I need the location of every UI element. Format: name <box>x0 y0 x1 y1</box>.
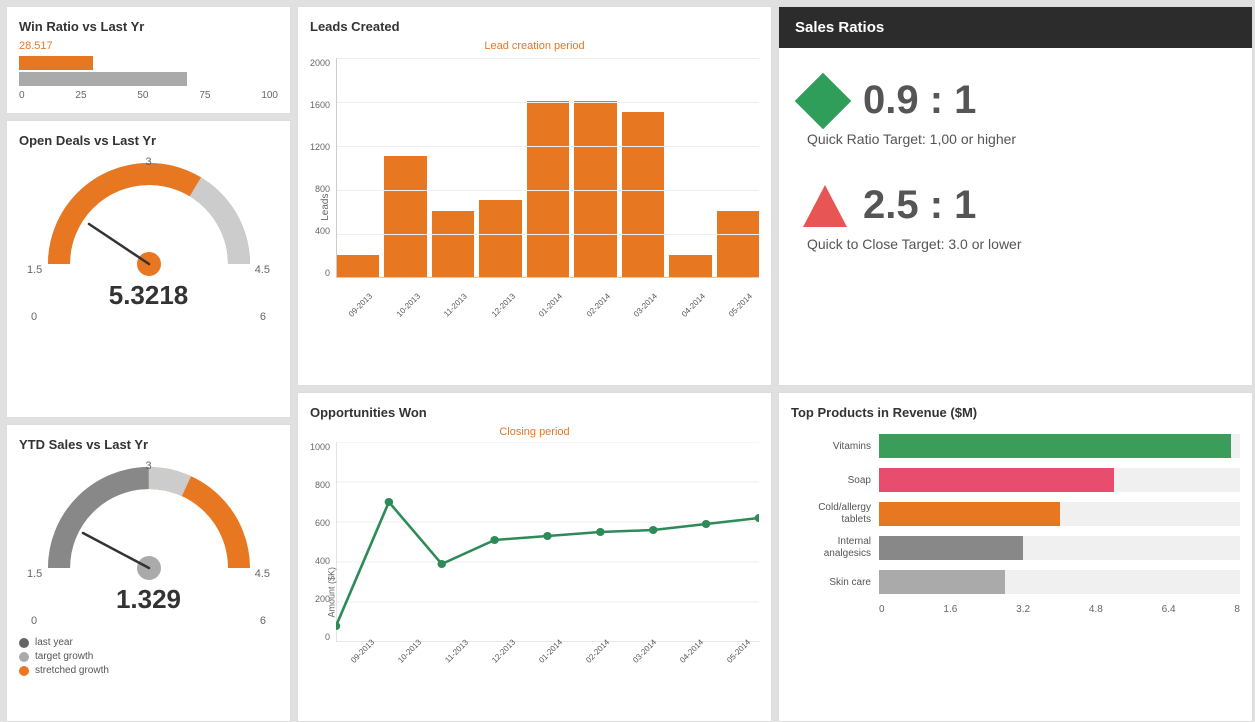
ytd-sales-value: 1.329 <box>19 584 278 615</box>
leads-bars <box>336 58 759 278</box>
leads-subtitle: Lead creation period <box>310 40 759 52</box>
quick-close-desc: Quick to Close Target: 3.0 or lower <box>807 236 1228 252</box>
top-products-chart: Vitamins Soap Cold/allergy tablets <box>791 426 1240 615</box>
ytd-sales-title: YTD Sales vs Last Yr <box>19 437 278 452</box>
sales-ratios-panel: Sales Ratios 0.9 : 1 Quick Ratio Target:… <box>778 6 1253 386</box>
opps-line-chart <box>336 442 759 642</box>
diamond-icon <box>795 72 852 129</box>
opps-x-labels: 09-2013 10-2013 11-2013 12-2013 01-2014 … <box>336 648 759 657</box>
quick-ratio-row: 0.9 : 1 <box>803 78 1228 123</box>
bar-skincare <box>879 570 1005 594</box>
win-ratio-value: 28.517 <box>19 40 278 52</box>
top-products-panel: Top Products in Revenue ($M) Vitamins So… <box>778 392 1253 722</box>
top-products-title: Top Products in Revenue ($M) <box>791 405 1240 420</box>
ytd-minmax: 0 6 <box>19 615 278 627</box>
opportunities-panel: Opportunities Won Closing period 1000 80… <box>297 392 772 722</box>
opps-chart-area: Amount ($K) <box>336 442 759 682</box>
legend-label-target: target growth <box>35 651 93 662</box>
bar-vitamins <box>879 434 1231 458</box>
ytd-sales-gauge: 3 <box>39 458 259 588</box>
opps-y-label: Amount ($K) <box>326 567 336 618</box>
products-x-axis: 0 1.6 3.2 4.8 6.4 8 <box>791 604 1240 615</box>
bar-soap <box>879 468 1114 492</box>
leads-bars-area: Leads <box>336 58 759 318</box>
opps-chart: 1000 800 600 400 200 0 Amount ($K) <box>310 442 759 682</box>
legend-item-target: target growth <box>19 651 278 662</box>
legend-dot-stretched <box>19 666 29 676</box>
opps-subtitle: Closing period <box>310 426 759 438</box>
bar-row-cold: Cold/allergy tablets <box>791 502 1240 526</box>
open-deals-title: Open Deals vs Last Yr <box>19 133 278 148</box>
bar-row-skincare: Skin care <box>791 570 1240 594</box>
bar-row-soap: Soap <box>791 468 1240 492</box>
legend-label-last-year: last year <box>35 637 73 648</box>
quick-close-value: 2.5 : 1 <box>863 183 976 228</box>
opps-title: Opportunities Won <box>310 405 759 420</box>
bar-internal <box>879 536 1023 560</box>
legend: last year target growth stretched growth <box>19 637 278 676</box>
open-deals-gauge: 3 <box>39 154 259 284</box>
win-ratio-axis: 0 25 50 75 100 <box>19 90 278 101</box>
leads-x-labels: 09-2013 10-2013 11-2013 12-2013 01-2014 … <box>336 302 759 311</box>
legend-dot-last-year <box>19 638 29 648</box>
sales-ratios-header: Sales Ratios <box>779 7 1252 48</box>
open-deals-minmax: 0 6 <box>19 311 278 323</box>
legend-dot-target <box>19 652 29 662</box>
open-deals-panel: Open Deals vs Last Yr 3 <box>6 120 291 418</box>
quick-ratio-desc: Quick Ratio Target: 1,00 or higher <box>807 131 1228 147</box>
sales-ratios-body: 0.9 : 1 Quick Ratio Target: 1,00 or high… <box>779 48 1252 282</box>
quick-close-row: 2.5 : 1 <box>803 183 1228 228</box>
open-deals-top-label: 3 <box>145 156 151 168</box>
leads-created-panel: Leads Created Lead creation period 2000 … <box>297 6 772 386</box>
legend-item-last-year: last year <box>19 637 278 648</box>
leads-chart: 2000 1600 1200 800 400 0 Leads <box>310 58 759 318</box>
open-deals-value: 5.3218 <box>19 280 278 311</box>
leads-y-axis: 2000 1600 1200 800 400 0 <box>310 58 336 278</box>
leads-y-label: Leads <box>320 194 331 221</box>
ytd-sales-panel: YTD Sales vs Last Yr 3 1.5 4.5 1.329 <box>6 424 291 722</box>
legend-item-stretched: stretched growth <box>19 665 278 676</box>
ytd-top-label: 3 <box>145 460 151 472</box>
win-ratio-bars <box>19 56 278 86</box>
win-ratio-title: Win Ratio vs Last Yr <box>19 19 278 34</box>
bar-row-internal: Internal analgesics <box>791 536 1240 560</box>
bar-cold <box>879 502 1060 526</box>
win-ratio-panel: Win Ratio vs Last Yr 28.517 0 25 50 75 1… <box>6 6 291 114</box>
triangle-icon <box>803 185 847 227</box>
quick-ratio-value: 0.9 : 1 <box>863 78 976 123</box>
bar-row-vitamins: Vitamins <box>791 434 1240 458</box>
legend-label-stretched: stretched growth <box>35 665 109 676</box>
leads-created-title: Leads Created <box>310 19 759 34</box>
